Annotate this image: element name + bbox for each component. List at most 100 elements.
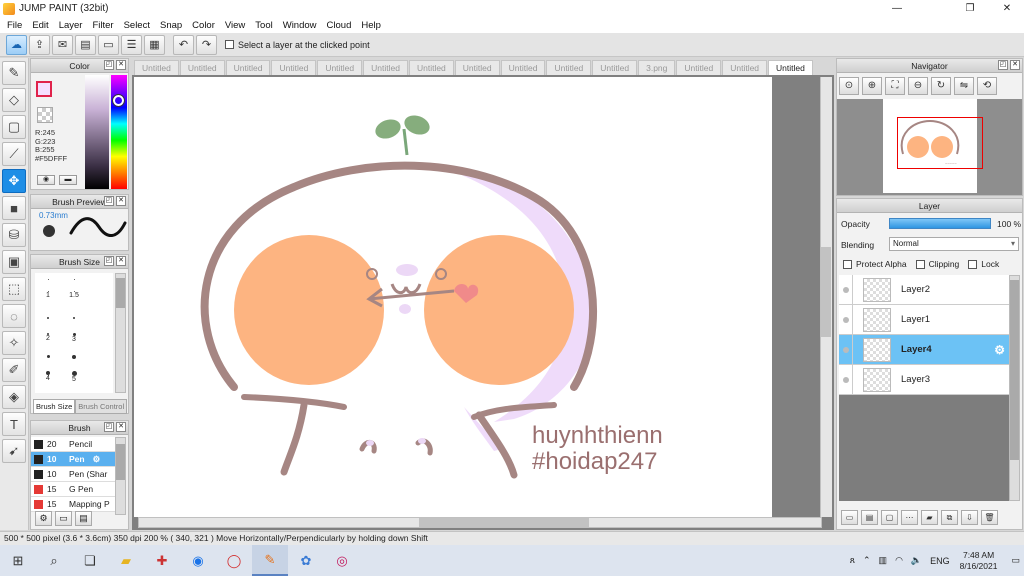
reset-rotate-icon[interactable]: ⟲ — [977, 77, 997, 95]
brush-size-scrollbar[interactable] — [115, 273, 126, 393]
brush-item[interactable]: 10 Pen ⚙ — [31, 452, 115, 467]
size-option[interactable]: 3 — [61, 333, 87, 351]
canvas-horizontal-scrollbar[interactable] — [138, 517, 822, 528]
comment-icon[interactable]: ✉ — [52, 34, 73, 55]
text-tool-icon[interactable]: T — [2, 412, 26, 436]
panel-close-icon[interactable]: ✕ — [1010, 60, 1020, 70]
layer-list-scrollbar[interactable] — [1009, 275, 1020, 501]
panel-close-icon[interactable]: ✕ — [116, 422, 126, 432]
tab-document[interactable]: Untitled — [134, 60, 179, 75]
panel-float-icon[interactable]: ◰ — [104, 256, 114, 266]
copy-layer-icon[interactable]: ⧉ — [941, 510, 958, 525]
message-icon[interactable]: ▤ — [75, 34, 96, 55]
color-history-icon[interactable]: ◉ — [37, 175, 55, 185]
tab-document[interactable]: Untitled — [363, 60, 408, 75]
clock[interactable]: 7:48 AM 8/16/2021 — [960, 550, 998, 572]
brush-tool-icon[interactable]: ✎ — [2, 61, 26, 85]
new-layer-icon[interactable]: ▭ — [841, 510, 858, 525]
layer-settings-gear-icon[interactable]: ⚙ — [994, 343, 1005, 357]
flip-icon[interactable]: ⇋ — [954, 77, 974, 95]
tab-document[interactable]: Untitled — [722, 60, 768, 75]
size-option[interactable]: 2 — [35, 333, 61, 351]
layer-row[interactable]: Layer4 ⚙ — [839, 334, 1009, 365]
size-option[interactable]: 5 — [61, 371, 87, 389]
opacity-slider[interactable] — [889, 218, 991, 229]
select-pen-tool-icon[interactable]: ✐ — [2, 358, 26, 382]
zalo-icon[interactable]: ◉ — [180, 545, 216, 576]
tab-document[interactable]: Untitled — [592, 60, 638, 75]
select-eraser-tool-icon[interactable]: ◈ — [2, 385, 26, 409]
menu-layer[interactable]: Layer — [54, 20, 88, 31]
size-option[interactable]: 4 — [35, 371, 61, 389]
network-icon[interactable]: ▥ — [879, 555, 888, 566]
new-layer-1bit-icon[interactable]: ▢ — [881, 510, 898, 525]
tab-document[interactable]: Untitled — [271, 60, 317, 75]
notification-icon[interactable]: ▭ — [1011, 555, 1020, 566]
menu-color[interactable]: Color — [187, 20, 220, 31]
panel-float-icon[interactable]: ◰ — [104, 422, 114, 432]
file-explorer-icon[interactable]: ▰ — [108, 545, 144, 576]
clipping-checkbox[interactable]: Clipping — [915, 259, 959, 269]
tab-brush-control[interactable]: Brush Control — [75, 399, 128, 414]
panel-close-icon[interactable]: ✕ — [116, 256, 126, 266]
brush-item[interactable]: 10 Pen (Shar — [31, 467, 115, 482]
drawing-canvas[interactable]: huynhthienn #hoidap247 — [134, 77, 772, 517]
tab-document[interactable]: Untitled — [546, 60, 592, 75]
undo-icon[interactable]: ↶ — [173, 34, 194, 55]
tab-document[interactable]: Untitled — [500, 60, 546, 75]
brush-menu-icon[interactable]: ▤ — [75, 511, 92, 526]
brush-item[interactable]: 20 Pencil — [31, 437, 115, 452]
merge-layer-icon[interactable]: ⇩ — [961, 510, 978, 525]
menu-select[interactable]: Select — [119, 20, 155, 31]
layer-visibility-icon[interactable] — [839, 274, 853, 305]
zoom-actual-icon[interactable]: ⊙ — [839, 77, 859, 95]
jump-paint-taskbar-icon[interactable]: ✎ — [252, 545, 288, 576]
new-layer-8bit-icon[interactable]: ▤ — [861, 510, 878, 525]
hue-slider[interactable] — [111, 75, 127, 189]
rectangle-tool-icon[interactable]: ▢ — [2, 115, 26, 139]
lock-checkbox[interactable]: Lock — [968, 259, 999, 269]
brush-list-scrollbar[interactable] — [115, 437, 126, 515]
tab-document[interactable]: 3.png — [638, 60, 676, 75]
checkbox-icon[interactable] — [225, 40, 234, 49]
navigator-thumbnail[interactable]: ~~~~~ — [883, 99, 983, 193]
canvas-vertical-scrollbar[interactable] — [820, 77, 832, 517]
wifi-icon[interactable]: ◠ — [895, 555, 903, 566]
gradient-tool-icon[interactable]: ▣ — [2, 250, 26, 274]
opera-icon[interactable]: ◯ — [216, 545, 252, 576]
brush-item[interactable]: 15 Mapping P — [31, 497, 115, 512]
search-icon[interactable]: ⌕ — [36, 545, 72, 576]
menu-cloud[interactable]: Cloud — [322, 20, 357, 31]
layer-row[interactable]: Layer1 — [839, 304, 1009, 335]
grid-icon[interactable]: ▦ — [144, 34, 165, 55]
tab-document[interactable]: Untitled — [408, 60, 454, 75]
menu-window[interactable]: Window — [278, 20, 322, 31]
foreground-color-swatch[interactable] — [36, 81, 52, 97]
layer-visibility-icon[interactable] — [839, 334, 853, 365]
new-brush-icon[interactable]: ▭ — [55, 511, 72, 526]
select-tool-icon[interactable]: ⬚ — [2, 277, 26, 301]
panel-close-icon[interactable]: ✕ — [116, 60, 126, 70]
menu-file[interactable]: File — [2, 20, 27, 31]
layer-visibility-icon[interactable] — [839, 304, 853, 335]
navigator-view-rectangle[interactable] — [897, 117, 983, 169]
people-icon[interactable]: ጸ — [850, 555, 855, 566]
restore-button[interactable]: ❐ — [953, 0, 987, 17]
menu-help[interactable]: Help — [356, 20, 386, 31]
minimize-button[interactable]: — — [880, 0, 914, 17]
transparent-color-swatch[interactable] — [37, 107, 53, 123]
tab-document[interactable]: Untitled — [225, 60, 271, 75]
menu-view[interactable]: View — [220, 20, 250, 31]
bucket-tool-icon[interactable]: ⛁ — [2, 223, 26, 247]
tab-document[interactable]: Untitled — [454, 60, 500, 75]
rotate-icon[interactable]: ↻ — [931, 77, 951, 95]
zoom-in-icon[interactable]: ⊕ — [862, 77, 882, 95]
fill-shape-tool-icon[interactable]: ■ — [2, 196, 26, 220]
panel-float-icon[interactable]: ◰ — [104, 60, 114, 70]
saturation-value-picker[interactable] — [85, 75, 109, 189]
operation-tool-icon[interactable]: ➹ — [2, 439, 26, 463]
cloud-icon[interactable]: ☁ — [6, 34, 27, 55]
layer-row[interactable]: Layer3 — [839, 364, 1009, 395]
windows-start-icon[interactable]: ⊞ — [0, 545, 36, 576]
menu-tool[interactable]: Tool — [250, 20, 277, 31]
